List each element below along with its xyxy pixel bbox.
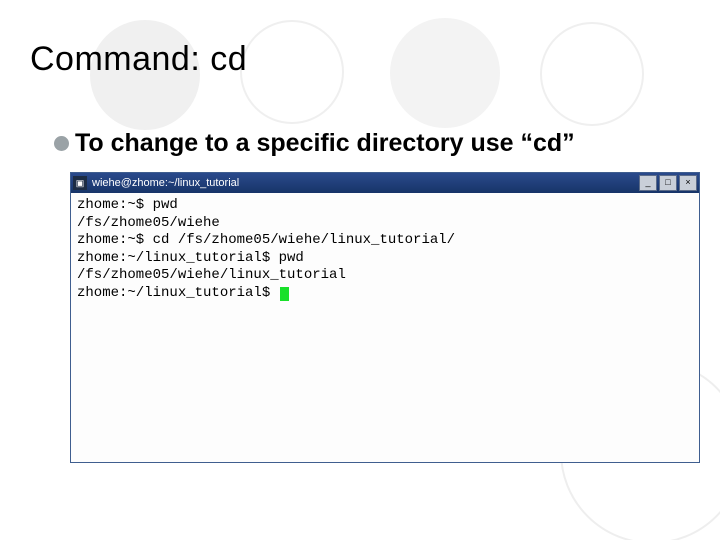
terminal-line: zhome:~$ pwd	[77, 197, 178, 213]
terminal-line: zhome:~/linux_tutorial$ pwd	[77, 250, 304, 266]
slide-title: Command: cd	[30, 40, 690, 79]
terminal-title: wiehe@zhome:~/linux_tutorial	[92, 177, 639, 189]
close-button[interactable]: ×	[679, 175, 697, 191]
terminal-line: /fs/zhome05/wiehe	[77, 215, 220, 231]
terminal-window: ▣ wiehe@zhome:~/linux_tutorial _ □ × zho…	[70, 172, 700, 463]
terminal-body[interactable]: zhome:~$ pwd /fs/zhome05/wiehe zhome:~$ …	[71, 193, 699, 462]
terminal-app-icon: ▣	[73, 176, 87, 190]
terminal-titlebar: ▣ wiehe@zhome:~/linux_tutorial _ □ ×	[71, 173, 699, 193]
terminal-line: zhome:~/linux_tutorial$	[77, 285, 279, 301]
terminal-cursor	[280, 287, 289, 301]
bullet-dot-icon	[54, 136, 69, 151]
slide-content: Command: cd To change to a specific dire…	[0, 0, 720, 540]
maximize-button[interactable]: □	[659, 175, 677, 191]
bullet-item: To change to a specific directory use “c…	[54, 129, 690, 158]
bullet-text: To change to a specific directory use “c…	[75, 129, 575, 158]
terminal-line: /fs/zhome05/wiehe/linux_tutorial	[77, 267, 346, 283]
window-buttons: _ □ ×	[639, 175, 697, 191]
minimize-button[interactable]: _	[639, 175, 657, 191]
terminal-line: zhome:~$ cd /fs/zhome05/wiehe/linux_tuto…	[77, 232, 455, 248]
